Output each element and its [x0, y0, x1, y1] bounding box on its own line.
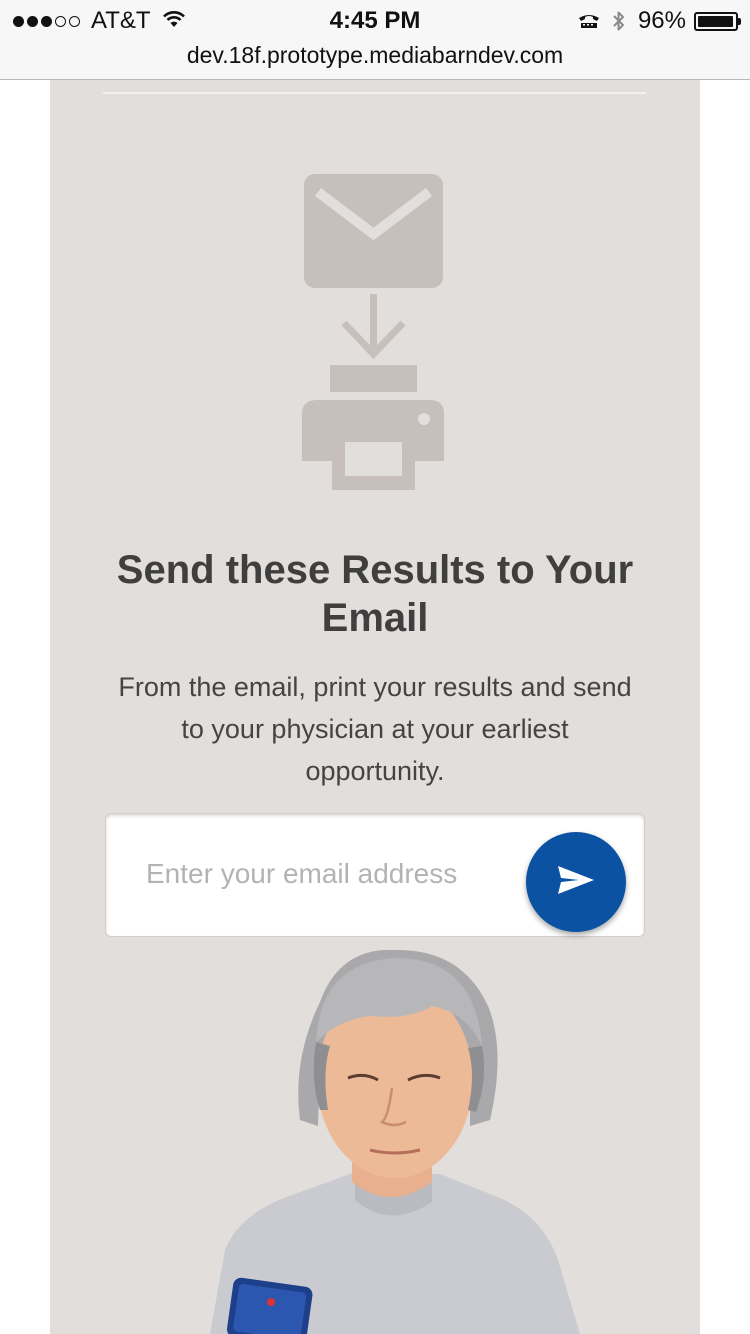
tty-icon	[578, 13, 600, 29]
page-description: From the email, print your results and s…	[118, 672, 632, 786]
woman-with-phone-image	[170, 949, 600, 1334]
page-heading: Send these Results to Your Email	[116, 548, 634, 640]
section-divider	[103, 92, 646, 94]
email-input[interactable]	[146, 844, 506, 904]
battery-percentage: 96%	[637, 7, 686, 34]
email-form	[105, 813, 645, 937]
bluetooth-icon	[612, 9, 626, 33]
battery-level	[698, 15, 733, 27]
status-bar-right: 96%	[578, 6, 741, 36]
battery-icon	[694, 11, 741, 31]
results-panel: Send these Results to Your Email From th…	[50, 80, 700, 1334]
printer-icon	[302, 365, 444, 490]
arrow-down-icon	[341, 294, 406, 360]
address-bar-url[interactable]: dev.18f.prototype.mediabarndev.com	[0, 41, 750, 69]
email-to-print-illustration	[302, 172, 447, 492]
send-email-button[interactable]	[526, 832, 626, 932]
send-icon	[557, 865, 595, 900]
browser-top-bar: AT&T 4:45 PM 96% dev.18f.prototype.media…	[0, 0, 750, 80]
envelope-icon	[304, 174, 443, 288]
